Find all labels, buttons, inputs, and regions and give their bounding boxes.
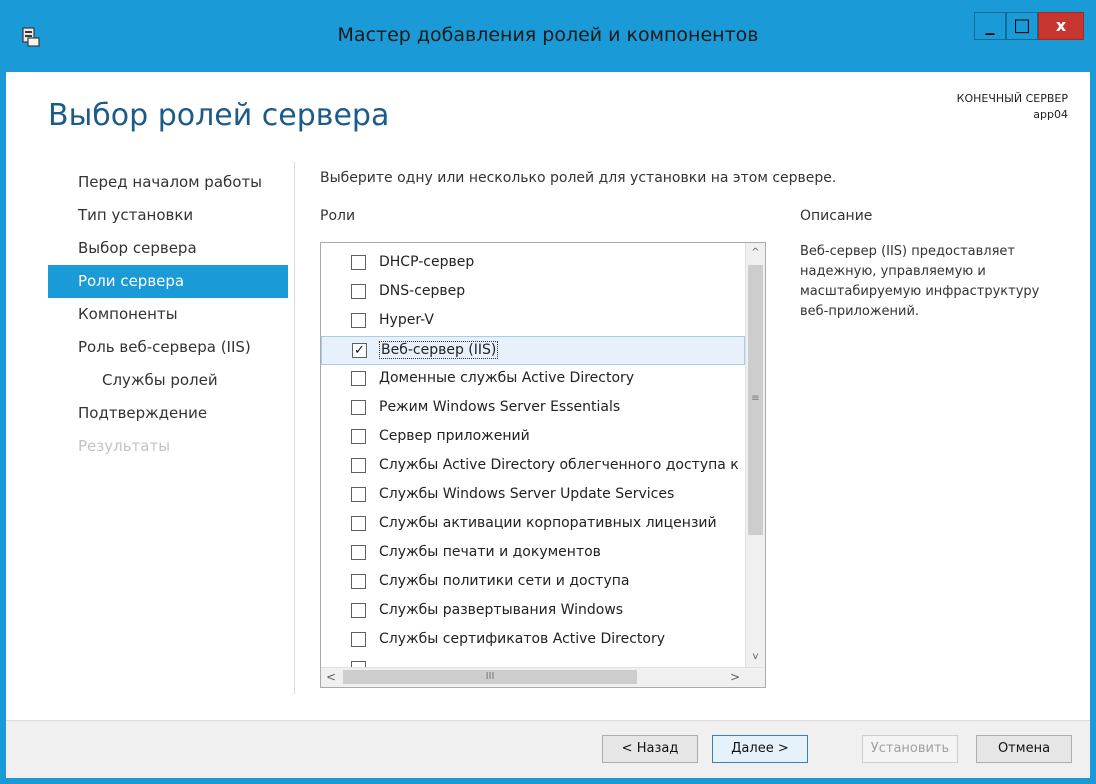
role-label: Веб-сервер (IIS) (378, 341, 499, 359)
nav-item-confirmation[interactable]: Подтверждение (48, 397, 288, 430)
destination-server-label: КОНЕЧНЫЙ СЕРВЕР (956, 92, 1068, 105)
role-checkbox[interactable] (351, 516, 366, 531)
role-row[interactable]: Сервер приложений (321, 423, 745, 452)
destination-server-name: app04 (1033, 108, 1068, 121)
nav-item-before-you-begin[interactable]: Перед началом работы (48, 166, 288, 199)
role-row[interactable]: ✓ Веб-сервер (IIS) (321, 336, 745, 365)
scroll-down-arrow-icon[interactable]: v (746, 647, 765, 667)
nav-item-server-selection[interactable]: Выбор сервера (48, 232, 288, 265)
role-checkbox[interactable] (351, 284, 366, 299)
role-label: Службы активации корпоративных лицензий (379, 515, 717, 531)
window-title: Мастер добавления ролей и компонентов (337, 24, 759, 46)
role-checkbox[interactable] (351, 632, 366, 647)
nav-divider (294, 162, 295, 694)
role-row[interactable]: Службы развертывания Windows (321, 597, 745, 626)
horizontal-scroll-thumb[interactable]: III (343, 670, 637, 684)
role-row[interactable]: DHCP-сервер (321, 249, 745, 278)
roles-list[interactable]: DHCP-сервер DNS-сервер Hyper-V ✓ Веб-сервер … (320, 242, 766, 688)
nav-item-installation-type[interactable]: Тип установки (48, 199, 288, 232)
scroll-right-arrow-icon[interactable]: > (725, 668, 745, 687)
scroll-grip-icon: ≡ (751, 393, 760, 404)
roles-heading: Роли (320, 208, 356, 224)
role-row[interactable]: Службы Active Directory облегченного дос… (321, 452, 745, 481)
description-text: Веб-сервер (IIS) предоставляет надежную,… (800, 244, 1040, 319)
hscroll-grip-icon: III (485, 671, 495, 682)
scroll-left-arrow-icon[interactable]: < (321, 668, 341, 687)
role-checkbox[interactable] (351, 574, 366, 589)
wizard-nav: Перед началом работы Тип установки Выбор… (48, 166, 288, 463)
role-checkbox[interactable]: ✓ (352, 343, 367, 358)
role-label: Службы развертывания Windows (379, 602, 624, 618)
role-label: Службы политики сети и доступа (379, 573, 630, 589)
nav-item-role-services[interactable]: Службы ролей (48, 364, 288, 397)
role-row[interactable]: DNS-сервер (321, 278, 745, 307)
cancel-button[interactable]: Отмена (976, 735, 1072, 763)
title-bar: Мастер добавления ролей и компонентов _ … (6, 0, 1090, 72)
page-title: Выбор ролей сервера (48, 98, 390, 133)
role-label: Hyper-V (379, 312, 434, 328)
nav-item-server-roles[interactable]: Роли сервера (48, 265, 288, 298)
description-heading: Описание (800, 208, 873, 224)
vertical-scrollbar[interactable]: ^ ≡ v (745, 243, 765, 667)
role-row[interactable]: Службы сертификатов Active Directory (321, 626, 745, 655)
minimize-button[interactable]: _ (974, 12, 1006, 40)
install-button: Установить (862, 735, 958, 763)
role-checkbox[interactable] (351, 458, 366, 473)
role-checkbox[interactable] (351, 603, 366, 618)
role-label: Режим Windows Server Essentials (379, 399, 621, 415)
vertical-scroll-thumb[interactable]: ≡ (748, 265, 763, 535)
role-label: Доменные службы Active Directory (379, 370, 635, 386)
role-row[interactable]: Режим Windows Server Essentials (321, 394, 745, 423)
instruction-text: Выберите одну или несколько ролей для ус… (320, 170, 837, 186)
role-row[interactable]: Службы политики сети и доступа (321, 568, 745, 597)
role-row[interactable]: Hyper-V (321, 307, 745, 336)
role-row[interactable]: Службы Windows Server Update Services (321, 481, 745, 510)
role-checkbox[interactable] (351, 313, 366, 328)
role-label: Службы печати и документов (379, 544, 601, 560)
role-label: DHCP-сервер (379, 254, 475, 270)
role-label: Службы Active Directory облегченного дос… (379, 457, 739, 473)
scroll-up-arrow-icon[interactable]: ^ (746, 243, 765, 263)
nav-item-features[interactable]: Компоненты (48, 298, 288, 331)
role-row[interactable]: Доменные службы Active Directory (321, 365, 745, 394)
role-row[interactable]: Службы печати и документов (321, 539, 745, 568)
roles-list-items: DHCP-сервер DNS-сервер Hyper-V ✓ Веб-сервер … (321, 249, 745, 684)
next-button[interactable]: Далее > (712, 735, 808, 763)
wizard-window: Мастер добавления ролей и компонентов _ … (0, 0, 1096, 784)
nav-item-results: Результаты (78, 437, 171, 455)
role-checkbox[interactable] (351, 371, 366, 386)
horizontal-scrollbar[interactable]: < III > (321, 667, 765, 687)
back-button[interactable]: < Назад (602, 735, 698, 763)
wizard-footer: < Назад Далее > Установить Отмена (6, 720, 1090, 778)
role-checkbox[interactable] (351, 487, 366, 502)
role-label: Сервер приложений (379, 428, 530, 444)
maximize-button[interactable]: □ (1006, 12, 1038, 40)
role-label: Службы сертификатов Active Directory (379, 631, 666, 647)
close-button[interactable]: x (1038, 12, 1084, 40)
wizard-content: Выбор ролей сервера КОНЕЧНЫЙ СЕРВЕР app0… (6, 72, 1090, 720)
role-checkbox[interactable] (351, 545, 366, 560)
role-checkbox[interactable] (351, 429, 366, 444)
role-checkbox[interactable] (351, 400, 366, 415)
role-label: Службы Windows Server Update Services (379, 486, 675, 502)
nav-item-web-server-role[interactable]: Роль веб-сервера (IIS) (48, 331, 288, 364)
role-checkbox[interactable] (351, 255, 366, 270)
role-label: DNS-сервер (379, 283, 466, 299)
role-row[interactable]: Службы активации корпоративных лицензий (321, 510, 745, 539)
